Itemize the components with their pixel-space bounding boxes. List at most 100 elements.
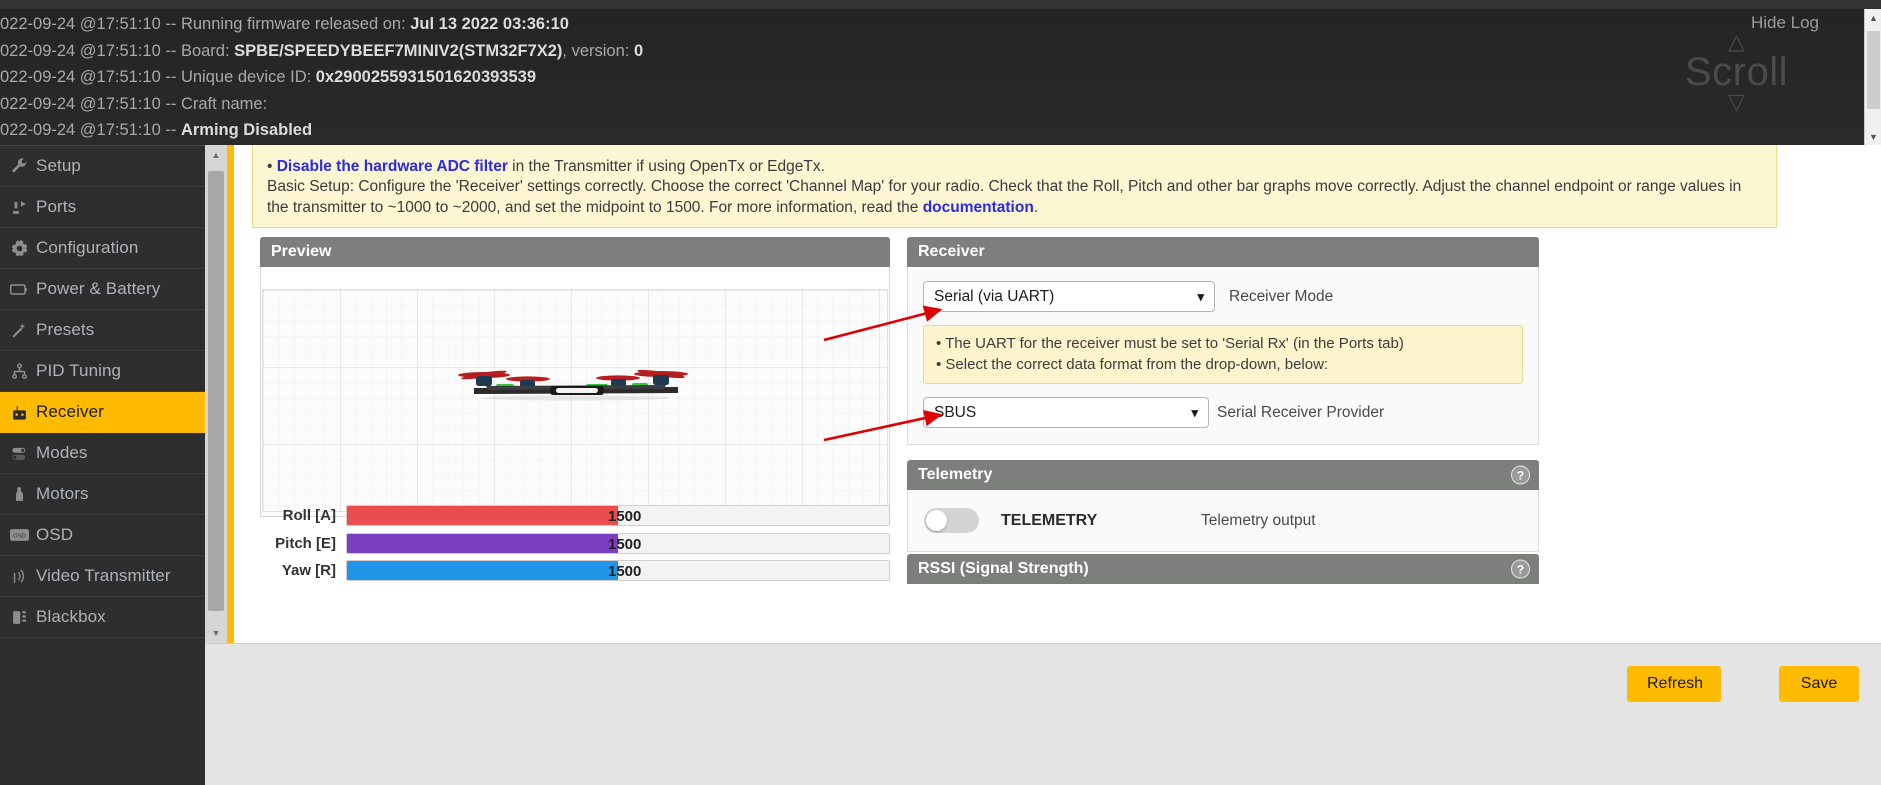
channel-track: 1500 bbox=[346, 560, 890, 581]
sidebar-item-configuration[interactable]: Configuration bbox=[0, 228, 205, 269]
receiver-uart-hint: • The UART for the receiver must be set … bbox=[923, 325, 1523, 384]
sidebar-item-motors[interactable]: Motors bbox=[0, 474, 205, 515]
quadcopter-model bbox=[456, 362, 696, 412]
scroll-label: Scroll bbox=[1649, 51, 1824, 93]
hide-log-button[interactable]: Hide Log bbox=[1751, 13, 1819, 33]
wrench-icon bbox=[4, 154, 34, 178]
save-button[interactable]: Save bbox=[1779, 666, 1859, 702]
channel-track: 1500 bbox=[346, 533, 890, 554]
blackbox-icon bbox=[4, 605, 34, 629]
log-scrollbar-thumb[interactable] bbox=[1867, 31, 1880, 109]
serial-provider-select-wrap[interactable]: SBUS ▾ bbox=[923, 397, 1209, 428]
refresh-button[interactable]: Refresh bbox=[1627, 666, 1721, 702]
sidebar-item-power-battery[interactable]: Power & Battery bbox=[0, 269, 205, 310]
channel-value: 1500 bbox=[608, 534, 641, 554]
sidebar-item-osd[interactable]: OSD OSD bbox=[0, 515, 205, 556]
receiver-mode-row: Serial (via UART) ▾ Receiver Mode bbox=[923, 281, 1523, 312]
toggles-icon bbox=[4, 441, 34, 465]
sidebar-item-label: Blackbox bbox=[34, 607, 106, 627]
telemetry-panel: Telemetry ? TELEMETRY Telemetry output bbox=[907, 460, 1539, 552]
preview-panel-title: Preview bbox=[260, 237, 890, 267]
accent-strip bbox=[227, 145, 234, 643]
receiver-panel-body: Serial (via UART) ▾ Receiver Mode • The … bbox=[907, 267, 1539, 445]
channel-track: 1500 bbox=[346, 505, 890, 526]
sliders-icon bbox=[4, 359, 34, 383]
log-timestamp: 022-09-24 @17:51:10 -- bbox=[0, 42, 181, 60]
log-timestamp: 022-09-24 @17:51:10 -- bbox=[0, 68, 181, 86]
help-icon[interactable]: ? bbox=[1511, 560, 1530, 579]
sidebar-item-modes[interactable]: Modes bbox=[0, 433, 205, 474]
sidebar-item-label: Modes bbox=[34, 443, 88, 463]
log-tail: , version: 0 bbox=[562, 42, 643, 60]
sidebar-item-receiver[interactable]: Receiver bbox=[0, 392, 205, 433]
receiver-mode-select[interactable]: Serial (via UART) bbox=[923, 281, 1215, 312]
channel-value: 1500 bbox=[608, 561, 641, 581]
scroll-watermark: △ Scroll ▽ bbox=[1649, 33, 1824, 111]
telemetry-panel-title: Telemetry bbox=[918, 466, 992, 483]
content-scrollbar[interactable]: ▲ ▼ bbox=[205, 145, 227, 643]
hint-line-2: • Select the correct data format from th… bbox=[936, 354, 1510, 375]
channel-label: Pitch [E] bbox=[260, 535, 346, 552]
sidebar-item-video-transmitter[interactable]: Video Transmitter bbox=[0, 556, 205, 597]
receiver-mode-label: Receiver Mode bbox=[1229, 288, 1333, 306]
sidebar-item-label: PID Tuning bbox=[34, 361, 121, 381]
adc-filter-link[interactable]: Disable the hardware ADC filter bbox=[277, 158, 508, 175]
sidebar-item-label: Motors bbox=[34, 484, 89, 504]
svg-text:OSD: OSD bbox=[13, 534, 26, 540]
log-text: Craft name: bbox=[181, 95, 267, 113]
rssi-panel-title: RSSI (Signal Strength) bbox=[918, 560, 1089, 577]
osd-icon: OSD bbox=[4, 523, 34, 547]
receiver-icon bbox=[4, 400, 34, 424]
log-timestamp: 022-09-24 @17:51:10 -- bbox=[0, 121, 181, 139]
note-line-adc: • Disable the hardware ADC filter in the… bbox=[267, 157, 1762, 178]
rssi-panel-header: RSSI (Signal Strength) ? bbox=[907, 554, 1539, 584]
receiver-panel-title: Receiver bbox=[907, 237, 1539, 267]
sidebar-item-setup[interactable]: Setup bbox=[0, 146, 205, 187]
sidebar-item-pid-tuning[interactable]: PID Tuning bbox=[0, 351, 205, 392]
ports-icon bbox=[4, 195, 34, 219]
window-topbar bbox=[0, 0, 1881, 9]
log-text: Unique device ID: bbox=[181, 68, 316, 86]
help-icon[interactable]: ? bbox=[1511, 466, 1530, 485]
log-scrollbar[interactable]: ▲ ▼ bbox=[1864, 9, 1881, 145]
sidebar-item-label: OSD bbox=[34, 525, 73, 545]
motor-icon bbox=[4, 482, 34, 506]
log-text: Board: bbox=[181, 42, 234, 60]
channel-value: 1500 bbox=[608, 506, 641, 526]
log-timestamp: 022-09-24 @17:51:10 -- bbox=[0, 95, 181, 113]
scroll-down-icon[interactable]: ▼ bbox=[205, 623, 227, 643]
log-line: 022-09-24 @17:51:10 -- Arming Disabled bbox=[0, 117, 1560, 144]
documentation-link[interactable]: documentation bbox=[923, 199, 1034, 216]
receiver-info-note: • Disable the hardware ADC filter in the… bbox=[252, 145, 1777, 228]
serial-provider-select[interactable]: SBUS bbox=[923, 397, 1209, 428]
telemetry-panel-header: Telemetry ? bbox=[907, 460, 1539, 490]
telemetry-panel-body: TELEMETRY Telemetry output bbox=[907, 490, 1539, 552]
serial-provider-row: SBUS ▾ Serial Receiver Provider bbox=[923, 397, 1523, 428]
serial-provider-label: Serial Receiver Provider bbox=[1217, 404, 1384, 422]
channel-bars: Roll [A] 1500 Pitch [E] 1500 Yaw [R] 150… bbox=[260, 502, 890, 585]
antenna-icon bbox=[4, 564, 34, 588]
receiver-panel: Receiver Serial (via UART) ▾ Receiver Mo… bbox=[907, 237, 1539, 445]
content-scrollbar-thumb[interactable] bbox=[208, 171, 224, 611]
scroll-down-icon[interactable]: ▼ bbox=[1865, 128, 1881, 145]
log-bold: Jul 13 2022 03:36:10 bbox=[410, 15, 569, 33]
log-line: 022-09-24 @17:51:10 -- Board: SPBE/SPEED… bbox=[0, 38, 1560, 65]
sidebar-item-label: Setup bbox=[34, 156, 81, 176]
sidebar-item-presets[interactable]: Presets bbox=[0, 310, 205, 351]
sidebar-item-blackbox[interactable]: Blackbox bbox=[0, 597, 205, 638]
telemetry-toggle-name: TELEMETRY bbox=[1001, 512, 1201, 530]
channel-fill bbox=[347, 506, 618, 525]
chevron-down-icon: ▽ bbox=[1649, 93, 1824, 111]
log-bold: Arming Disabled bbox=[181, 121, 312, 139]
telemetry-toggle[interactable] bbox=[924, 508, 979, 533]
receiver-mode-select-wrap[interactable]: Serial (via UART) ▾ bbox=[923, 281, 1215, 312]
note-line-adc-rest: in the Transmitter if using OpenTx or Ed… bbox=[508, 158, 825, 175]
sidebar-item-ports[interactable]: Ports bbox=[0, 187, 205, 228]
scroll-up-icon[interactable]: ▲ bbox=[1865, 9, 1881, 26]
scroll-up-icon[interactable]: ▲ bbox=[205, 145, 227, 165]
channel-label: Yaw [R] bbox=[260, 562, 346, 579]
receiver-page: • Disable the hardware ADC filter in the… bbox=[234, 145, 1881, 643]
note-period: . bbox=[1034, 199, 1038, 216]
sidebar-item-label: Receiver bbox=[34, 402, 104, 422]
battery-icon bbox=[4, 277, 34, 301]
